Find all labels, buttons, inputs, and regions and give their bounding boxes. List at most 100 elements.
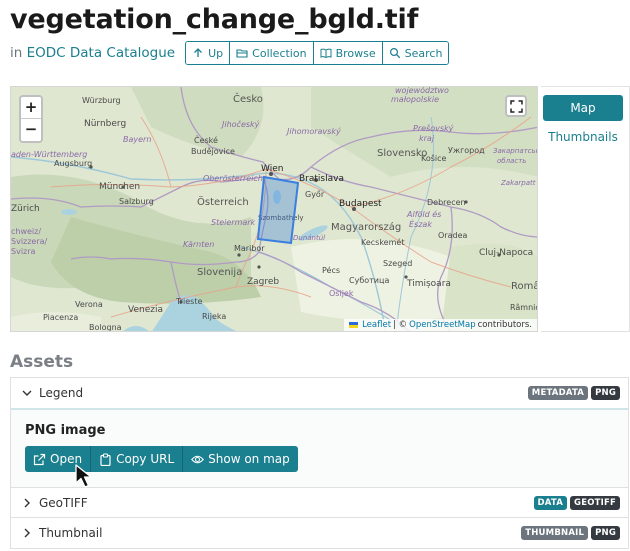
map-tab[interactable]: Map <box>543 95 623 121</box>
asset-geotiff: GeoTIFF DATA GEOTIFF <box>10 487 629 519</box>
map-label: Jihomoravský <box>285 127 341 136</box>
map-label: Szeged <box>383 259 412 268</box>
zoom-out-button[interactable]: − <box>21 119 41 141</box>
asset-geotiff-header[interactable]: GeoTIFF DATA GEOTIFF <box>11 488 628 518</box>
map-label: Kärnten <box>183 240 214 249</box>
map-label: Svizra <box>11 247 36 256</box>
catalogue-context: in EODC Data Catalogue Up Collection Bro… <box>10 41 450 65</box>
data-badge: DATA <box>533 496 568 510</box>
map-label: Râmnic <box>510 303 538 312</box>
map-label: Oberösterreich <box>203 174 263 183</box>
map-label: Győr <box>305 190 325 199</box>
fullscreen-icon <box>509 99 523 113</box>
fullscreen-button[interactable] <box>505 95 527 117</box>
leaflet-link[interactable]: Leaflet <box>362 320 391 330</box>
map-label: České <box>194 134 218 145</box>
asset-footprint[interactable] <box>256 175 300 245</box>
map-label: Österreich <box>197 195 249 208</box>
catalogue-breadcrumb: in EODC Data Catalogue <box>10 45 175 61</box>
asset-legend-body: PNG image Open Copy URL Show on map <box>11 408 628 488</box>
map-label: Zürich <box>11 204 40 214</box>
osm-link[interactable]: OpenStreetMap <box>409 320 475 330</box>
show-on-map-button[interactable]: Show on map <box>183 446 298 472</box>
map-label: Закарпатська <box>493 147 538 155</box>
map-label: Pécs <box>322 265 340 275</box>
map-label: Budějovice <box>191 147 235 156</box>
map-label: Dunántúl <box>293 234 325 242</box>
asset-thumbnail-label: Thumbnail <box>39 526 103 540</box>
browse-button[interactable]: Browse <box>313 42 383 64</box>
attribution-tail: contributors. <box>477 320 532 330</box>
map-label: Ужгород <box>448 146 485 155</box>
up-button-label: Up <box>208 46 224 60</box>
assets-heading: Assets <box>10 352 74 372</box>
map-label: aden-Württemberg <box>11 150 87 159</box>
show-on-map-button-label: Show on map <box>208 452 290 466</box>
map-label: Slovensko <box>377 148 427 159</box>
map-label: Rijeka <box>202 312 226 321</box>
map-label: München <box>99 182 140 192</box>
asset-thumbnail: Thumbnail THUMBNAIL PNG <box>10 517 629 549</box>
map-label: Osijek <box>329 289 354 298</box>
map-label: Würzburg <box>82 96 121 105</box>
up-button[interactable]: Up <box>186 42 231 64</box>
asset-type-title: PNG image <box>25 423 106 438</box>
map-label: Wien <box>261 164 283 174</box>
map-label: Alföld és <box>406 209 441 219</box>
eye-icon <box>191 455 205 463</box>
search-button-label: Search <box>404 46 443 60</box>
zoom-control: + − <box>19 95 43 143</box>
map-label: Venezia <box>128 305 163 315</box>
page-title: vegetation_change_bgld.tif <box>10 4 419 35</box>
collection-button[interactable]: Collection <box>230 42 314 64</box>
zoom-in-button[interactable]: + <box>21 97 41 119</box>
map-label: Steiermark <box>211 218 256 227</box>
chevron-right-icon <box>24 528 30 538</box>
map-tiles[interactable]: Würzburg Nürnberg Bayern aden-Württember… <box>11 87 538 332</box>
map-label: Oradea <box>438 231 467 240</box>
map-label: область <box>497 157 526 165</box>
copy-url-button[interactable]: Copy URL <box>91 446 184 472</box>
map-label: Zagreb <box>247 277 279 287</box>
metadata-badge: METADATA <box>527 386 589 400</box>
map-label: Budapest <box>339 199 382 209</box>
search-button[interactable]: Search <box>382 42 449 64</box>
arrow-up-icon <box>194 48 203 57</box>
copy-url-button-label: Copy URL <box>116 452 175 466</box>
thumbnails-tab[interactable]: Thumbnails <box>543 127 623 147</box>
map-label: Суботица <box>349 276 389 285</box>
map-label: Jihočeský <box>220 119 260 129</box>
map-label: Piacenza <box>43 313 78 322</box>
map-label: Nürnberg <box>84 119 126 129</box>
asset-actions: Open Copy URL Show on map <box>25 446 298 472</box>
map-view[interactable]: Würzburg Nürnberg Bayern aden-Württember… <box>10 86 538 332</box>
map-label: Debrecen <box>427 198 466 207</box>
thumbnail-badge: THUMBNAIL <box>521 526 589 540</box>
browse-button-label: Browse <box>335 46 376 60</box>
map-label: Észak <box>409 218 432 229</box>
ukraine-flag-icon <box>349 322 359 328</box>
map-label: Bologna <box>89 323 122 332</box>
map-label: chweiz/ <box>11 227 41 236</box>
folder-icon <box>236 49 248 58</box>
asset-thumbnail-header[interactable]: Thumbnail THUMBNAIL PNG <box>11 518 628 548</box>
geotiff-badge: GEOTIFF <box>570 496 620 510</box>
map-label: Bratislava <box>299 174 344 184</box>
asset-legend: Legend METADATA PNG PNG image Open Copy … <box>10 377 629 489</box>
search-icon <box>389 47 400 59</box>
book-icon <box>320 48 332 59</box>
map-label: Prešovský <box>413 123 454 133</box>
map-label: kraj <box>419 134 435 143</box>
map-label: Kecskemét <box>361 237 404 247</box>
asset-legend-label: Legend <box>39 386 84 400</box>
chevron-right-icon <box>24 498 30 508</box>
mouse-cursor-icon <box>75 464 92 488</box>
external-link-icon <box>33 453 46 465</box>
map-label: Bayern <box>123 135 151 144</box>
asset-legend-header[interactable]: Legend METADATA PNG <box>11 378 628 408</box>
map-label: Svizzera/ <box>11 237 48 246</box>
catalogue-link[interactable]: EODC Data Catalogue <box>27 45 176 61</box>
clipboard-icon <box>100 453 111 466</box>
map-label: Augsburg <box>54 159 92 168</box>
png-badge: PNG <box>591 526 620 540</box>
